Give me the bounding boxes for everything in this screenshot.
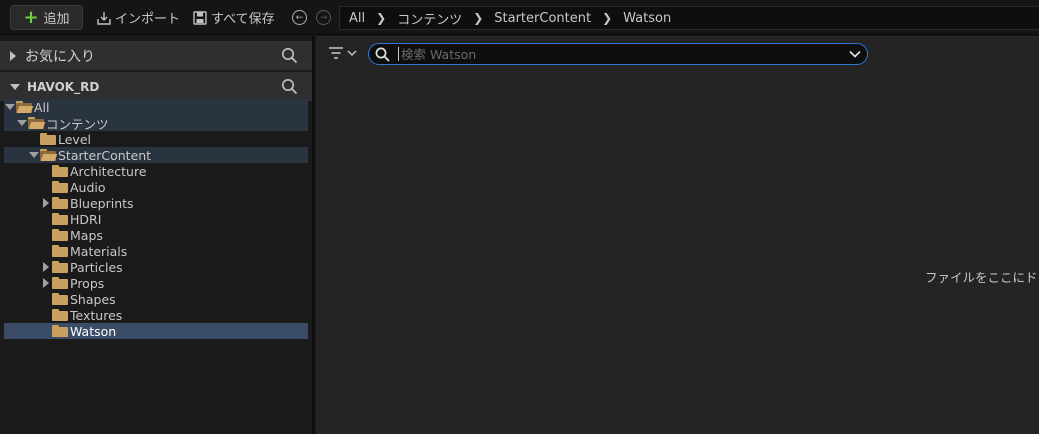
arrow-spacer	[40, 307, 52, 323]
sources-panel: お気に入り HAVOK_RD All コンテンツ Level StarterConte…	[0, 36, 314, 434]
tree-item-label: StarterContent	[58, 147, 152, 163]
folder-open-icon	[28, 117, 46, 129]
tree-item-label: Audio	[70, 179, 106, 195]
folder-icon	[52, 277, 68, 289]
expand-arrow-icon[interactable]	[28, 147, 40, 163]
breadcrumb-item-watson[interactable]: Watson	[623, 11, 671, 26]
tree-item-label: Props	[70, 275, 105, 291]
tree-item-label: Level	[58, 131, 91, 147]
back-arrow-icon[interactable]: ←	[292, 10, 307, 25]
tree-item-5[interactable]: Audio	[4, 179, 308, 195]
folder-icon	[52, 293, 68, 305]
tree-item-label: Shapes	[70, 291, 116, 307]
save-all-button[interactable]: すべて保存	[193, 5, 275, 30]
tree-item-1[interactable]: コンテンツ	[4, 115, 308, 132]
tree-item-11[interactable]: Props	[4, 275, 308, 291]
search-input[interactable]	[401, 46, 849, 62]
chevron-down-icon[interactable]	[849, 50, 861, 58]
arrow-spacer	[28, 131, 40, 147]
folder-icon	[40, 133, 56, 145]
breadcrumb-item-all[interactable]: All	[349, 11, 365, 26]
folder-icon	[52, 261, 68, 273]
folder-icon	[52, 245, 68, 257]
folder-icon	[52, 309, 68, 321]
project-label: HAVOK_RD	[27, 79, 100, 94]
breadcrumb-item-startercontent[interactable]: StarterContent	[494, 11, 591, 26]
tree-item-4[interactable]: Architecture	[4, 163, 308, 179]
tree-item-label: Maps	[70, 227, 103, 243]
tree-item-label: コンテンツ	[46, 116, 109, 132]
drop-files-hint: ファイルをここにドロ	[925, 270, 1039, 285]
tree-item-label: Blueprints	[70, 195, 134, 211]
project-header[interactable]: HAVOK_RD	[0, 72, 312, 101]
forward-arrow-icon[interactable]: →	[316, 10, 331, 25]
chevron-right-icon[interactable]: ❯	[602, 11, 612, 25]
tree-item-label: Particles	[70, 259, 123, 275]
tree-item-14[interactable]: Watson	[4, 323, 308, 339]
tree-item-7[interactable]: HDRI	[4, 211, 308, 227]
breadcrumb-item-content[interactable]: コンテンツ	[397, 9, 462, 28]
arrow-spacer	[40, 323, 52, 339]
tree-item-label: HDRI	[70, 211, 102, 227]
text-cursor	[398, 47, 399, 61]
tree-item-label: Watson	[70, 323, 117, 339]
search-bar[interactable]	[368, 43, 868, 65]
filter-icon	[329, 47, 343, 59]
folder-open-icon	[40, 149, 58, 161]
chevron-right-icon[interactable]: ❯	[473, 11, 483, 25]
add-button-label: 追加	[43, 12, 70, 27]
folder-icon	[52, 181, 68, 193]
folder-icon	[52, 213, 68, 225]
tree-item-10[interactable]: Particles	[4, 259, 308, 275]
tree-item-13[interactable]: Textures	[4, 307, 308, 323]
import-button-label: インポート	[115, 12, 181, 27]
favorites-label: お気に入り	[25, 48, 95, 65]
arrow-spacer	[40, 227, 52, 243]
folder-icon	[52, 229, 68, 241]
expand-arrow-icon[interactable]	[10, 83, 20, 90]
expand-arrow-icon[interactable]	[16, 115, 28, 131]
save-all-button-label: すべて保存	[211, 12, 275, 27]
folder-icon	[52, 197, 68, 209]
arrow-spacer	[40, 179, 52, 195]
folder-open-icon	[16, 101, 34, 113]
tree-item-2[interactable]: Level	[4, 131, 308, 147]
search-icon[interactable]	[281, 78, 298, 95]
tree-item-3[interactable]: StarterContent	[4, 147, 308, 163]
tree-item-label: Materials	[70, 243, 128, 259]
favorites-header[interactable]: お気に入り	[0, 41, 312, 70]
toolbar: + 追加 インポート すべて保存 ← → All ❯ コンテンツ ❯ Start…	[0, 0, 1039, 35]
folder-icon	[52, 325, 68, 337]
import-icon	[97, 11, 111, 25]
collapse-arrow-icon[interactable]	[40, 259, 52, 275]
expand-arrow-icon[interactable]	[4, 99, 16, 115]
add-button[interactable]: + 追加	[10, 5, 83, 30]
import-button[interactable]: インポート	[96, 5, 180, 30]
tree-item-6[interactable]: Blueprints	[4, 195, 308, 211]
folder-icon	[52, 165, 68, 177]
search-icon	[375, 47, 390, 62]
folder-tree: All コンテンツ Level StarterContent Architecture A…	[4, 99, 308, 339]
arrow-spacer	[40, 243, 52, 259]
chevron-right-icon[interactable]: ❯	[376, 11, 386, 25]
tree-item-9[interactable]: Materials	[4, 243, 308, 259]
tree-item-12[interactable]: Shapes	[4, 291, 308, 307]
filter-button[interactable]	[328, 46, 357, 60]
save-icon	[193, 10, 207, 25]
collapse-arrow-icon[interactable]	[40, 195, 52, 211]
tree-item-label: Architecture	[70, 163, 147, 179]
plus-icon: +	[23, 6, 39, 28]
search-icon[interactable]	[281, 47, 298, 64]
arrow-spacer	[40, 163, 52, 179]
tree-item-label: All	[34, 99, 50, 115]
breadcrumb: All ❯ コンテンツ ❯ StarterContent ❯ Watson	[339, 6, 1039, 30]
tree-item-8[interactable]: Maps	[4, 227, 308, 243]
collapse-arrow-icon[interactable]	[10, 50, 16, 61]
asset-view[interactable]: ファイルをここにドロ	[316, 36, 1039, 434]
chevron-down-icon	[347, 50, 357, 57]
arrow-spacer	[40, 291, 52, 307]
collapse-arrow-icon[interactable]	[40, 275, 52, 291]
arrow-spacer	[40, 211, 52, 227]
tree-item-label: Textures	[70, 307, 123, 323]
